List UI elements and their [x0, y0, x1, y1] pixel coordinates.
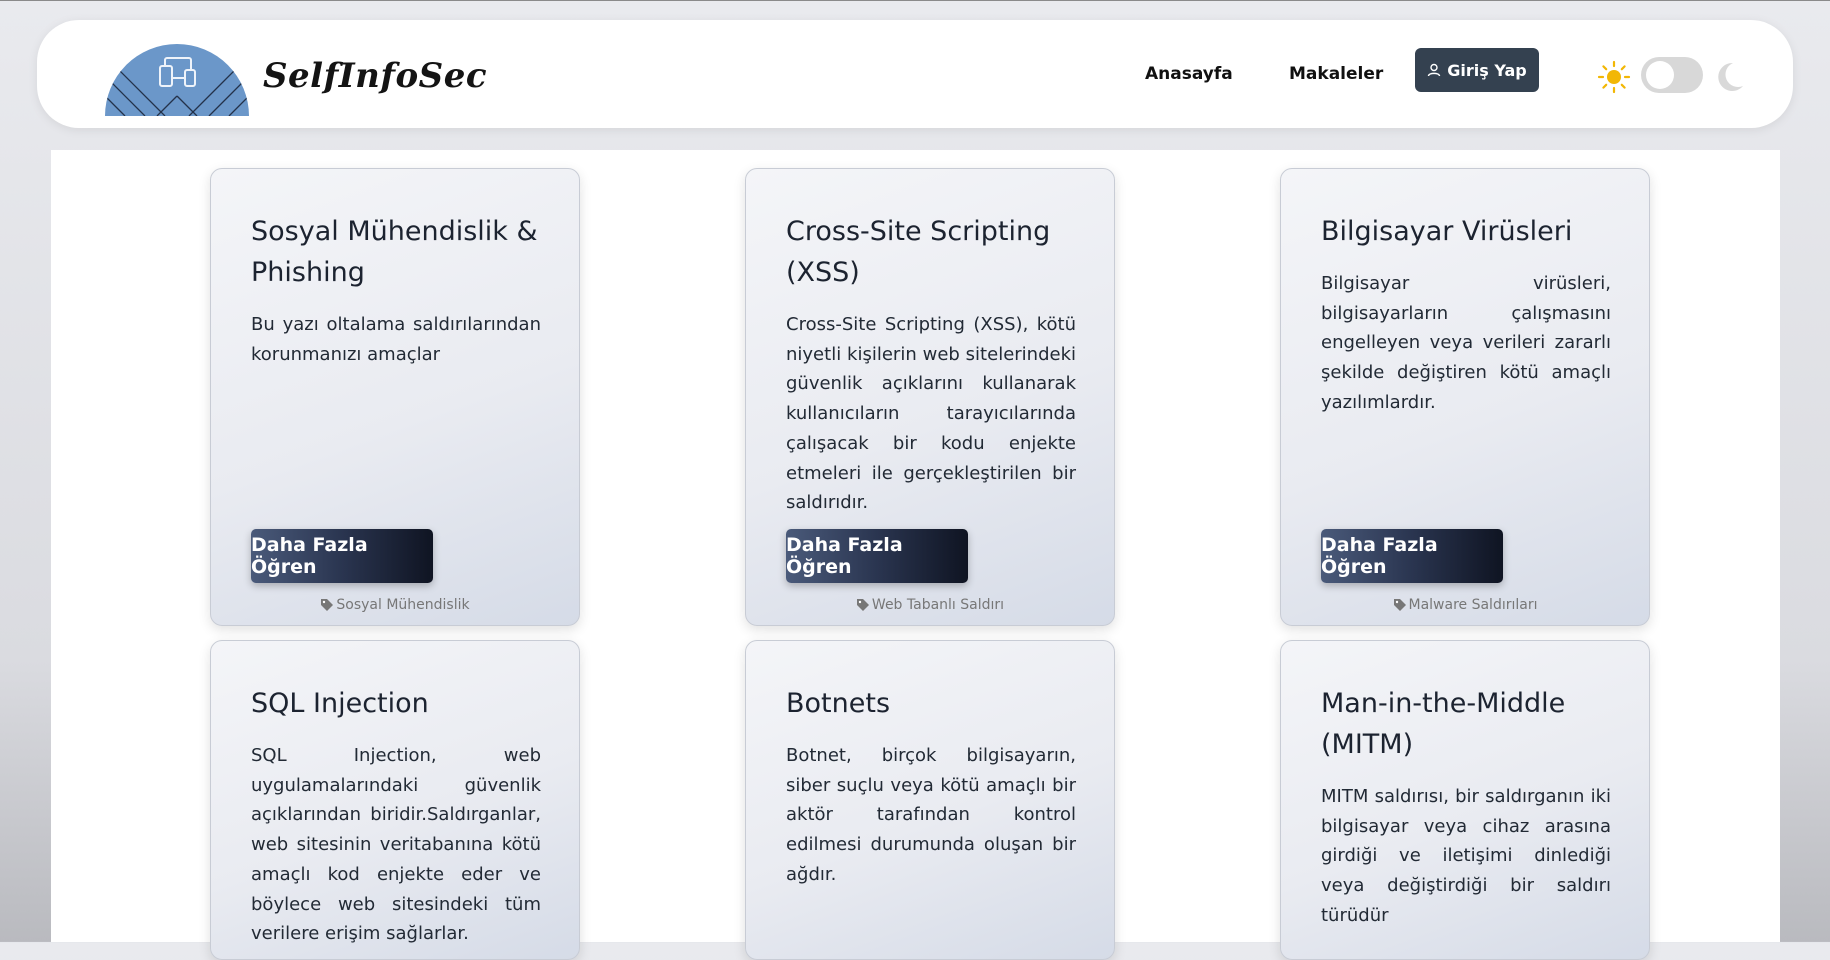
article-card: Cross-Site Scripting (XSS) Cross-Site Sc…: [745, 168, 1115, 626]
learn-more-button[interactable]: Daha Fazla Öğren: [786, 529, 968, 583]
article-card: Botnets Botnet, birçok bilgisayarın, sib…: [745, 640, 1115, 960]
card-tag-label: Web Tabanlı Saldırı: [871, 597, 1005, 613]
nav-articles-link[interactable]: Makaleler: [1289, 64, 1383, 84]
card-tag-label: Malware Saldırıları: [1408, 597, 1538, 613]
card-description: Cross-Site Scripting (XSS), kötü niyetli…: [786, 314, 1076, 514]
card-description: Botnet, birçok bilgisayarın, siber suçlu…: [786, 745, 1076, 885]
card-title: Cross-Site Scripting (XSS): [786, 216, 1051, 288]
card-title: Sosyal Mühendislik & Phishing: [251, 216, 538, 288]
card-title: Bilgisayar Virüsleri: [1321, 216, 1573, 247]
card-description: SQL Injection, web uygulamalarındaki güv…: [251, 745, 541, 945]
card-description: MITM saldırısı, bir saldırganın iki bilg…: [1321, 786, 1611, 926]
article-card: Sosyal Mühendislik & Phishing Bu yazı ol…: [210, 168, 580, 626]
card-tag-label: Sosyal Mühendislik: [336, 597, 470, 613]
theme-toggle[interactable]: [1641, 57, 1703, 93]
theme-toggle-knob: [1646, 61, 1674, 89]
navbar: SelfInfoSec Anasayfa Makaleler Giriş Yap: [37, 20, 1793, 128]
card-description: Bu yazı oltalama saldırılarından korunma…: [251, 314, 541, 365]
card-description: Bilgisayar virüsleri, bilgisayarların ça…: [1321, 273, 1611, 413]
learn-more-button[interactable]: Daha Fazla Öğren: [1321, 529, 1503, 583]
tag-icon: [856, 599, 869, 611]
article-card: SQL Injection SQL Injection, web uygulam…: [210, 640, 580, 960]
card-tag[interactable]: Sosyal Mühendislik: [211, 597, 579, 613]
logo-icon[interactable]: [105, 42, 249, 116]
brand-name[interactable]: SelfInfoSec: [263, 56, 487, 96]
card-title: SQL Injection: [251, 688, 429, 719]
tag-icon: [1393, 599, 1406, 611]
nav-home-link[interactable]: Anasayfa: [1145, 64, 1233, 84]
articles-panel: Sosyal Mühendislik & Phishing Bu yazı ol…: [51, 150, 1780, 960]
moon-icon: [1718, 62, 1743, 91]
card-tag[interactable]: Web Tabanlı Saldırı: [746, 597, 1114, 613]
article-card: Man-in-the-Middle (MITM) MITM saldırısı,…: [1280, 640, 1650, 960]
card-title: Botnets: [786, 688, 891, 719]
learn-more-button[interactable]: Daha Fazla Öğren: [251, 529, 433, 583]
article-card: Bilgisayar Virüsleri Bilgisayar virüsler…: [1280, 168, 1650, 626]
window-top-border: [0, 0, 1830, 1]
login-label: Giriş Yap: [1447, 60, 1527, 80]
card-title: Man-in-the-Middle (MITM): [1321, 688, 1566, 760]
user-icon: [1428, 63, 1441, 77]
card-tag[interactable]: Malware Saldırıları: [1281, 597, 1649, 613]
tag-icon: [321, 599, 334, 611]
sun-icon: [1597, 60, 1631, 94]
login-button[interactable]: Giriş Yap: [1415, 48, 1539, 92]
